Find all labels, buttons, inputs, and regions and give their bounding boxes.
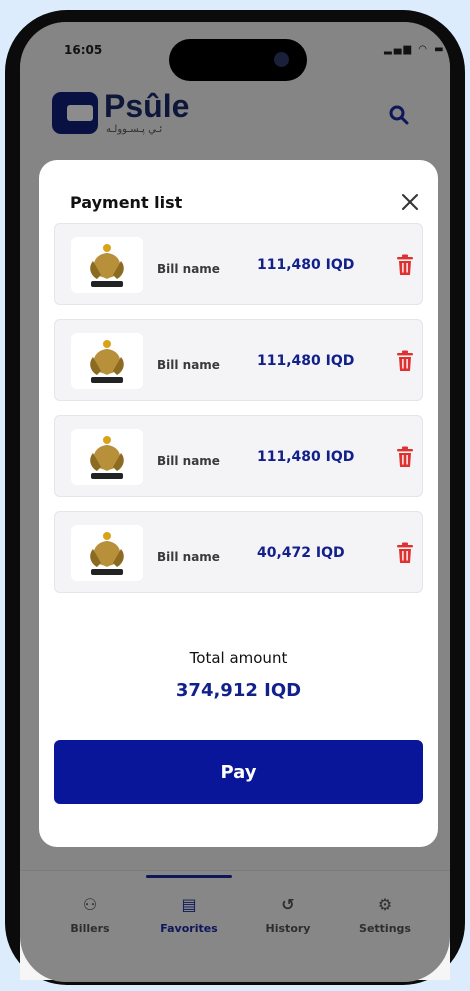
trash-icon (397, 350, 413, 371)
bill-name: Bill name (157, 262, 220, 276)
close-icon (402, 194, 418, 210)
trash-icon (397, 446, 413, 467)
bill-name: Bill name (157, 454, 220, 468)
bill-item: Bill name 111,480 IQD (54, 223, 423, 305)
payment-list-modal: Payment list Bill name 111,480 IQD Bill … (39, 160, 438, 847)
bill-amount: 111,480 IQD (257, 257, 355, 273)
trash-icon (397, 542, 413, 563)
modal-title: Payment list (70, 193, 183, 212)
close-button[interactable] (397, 189, 423, 215)
bill-name: Bill name (157, 358, 220, 372)
bill-item: Bill name 111,480 IQD (54, 319, 423, 401)
bill-item: Bill name 111,480 IQD (54, 415, 423, 497)
bill-item: Bill name 40,472 IQD (54, 511, 423, 593)
emblem-logo (71, 429, 143, 485)
bill-amount: 111,480 IQD (257, 353, 355, 369)
total-amount-label: Total amount (189, 649, 288, 667)
bill-name: Bill name (157, 550, 220, 564)
bill-amount: 111,480 IQD (257, 449, 355, 465)
trash-icon (397, 254, 413, 275)
delete-button[interactable] (396, 350, 414, 372)
delete-button[interactable] (396, 254, 414, 276)
emblem-logo (71, 333, 143, 389)
dynamic-island (169, 39, 307, 81)
emblem-logo (71, 525, 143, 581)
delete-button[interactable] (396, 446, 414, 468)
pay-button[interactable]: Pay (54, 740, 423, 804)
total-amount-value: 374,912 IQD (175, 680, 302, 701)
emblem-logo (71, 237, 143, 293)
delete-button[interactable] (396, 542, 414, 564)
bill-amount: 40,472 IQD (257, 545, 345, 561)
